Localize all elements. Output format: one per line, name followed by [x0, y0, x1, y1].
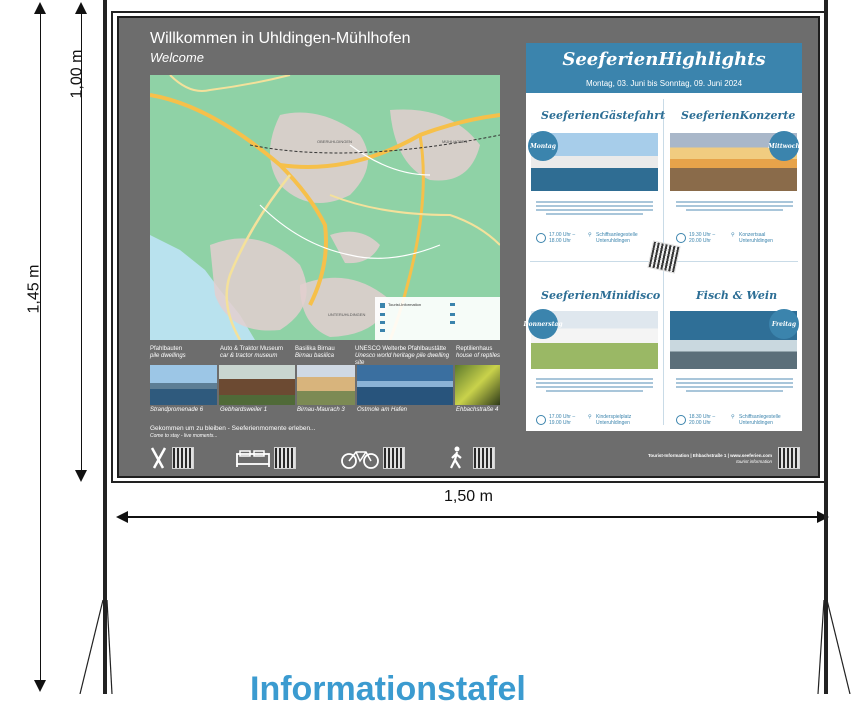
location-pin-icon: ⚲ — [588, 232, 592, 238]
event-time-end: 20.00 Uhr — [689, 238, 711, 244]
event-place: Schiffsanlegestelle Unteruhldingen — [739, 414, 781, 426]
map-legend-title: Tourist-Information — [388, 302, 422, 307]
event-time: 19.30 Uhr – 20.00 Uhr — [689, 232, 715, 244]
event-place-line2: Unteruhldingen — [739, 420, 773, 426]
poster-header: SeeferienHighlights Montag, 03. Juni bis… — [526, 43, 802, 93]
dimension-width-label: 1,50 m — [444, 488, 493, 505]
location-pin-icon: ⚲ — [588, 414, 592, 420]
board-subtitle: Welcome — [150, 50, 204, 65]
dimension-board-height-label: 1,00 m — [68, 49, 86, 99]
poster-title: SeeferienHighlights — [562, 49, 766, 70]
photo-caption: Birnau-Maurach 3 — [297, 407, 345, 413]
hiker-icon — [450, 446, 462, 469]
map-label-unteruhldingen: UNTERUHLDINGEN — [328, 312, 366, 317]
event-time-end: 19.00 Uhr — [549, 420, 571, 426]
board-title: Willkommen in Uhldingen-Mühlhofen — [150, 30, 411, 47]
clock-icon — [536, 233, 546, 243]
event-title: SeeferienKonzerte — [681, 109, 796, 122]
clock-icon — [676, 415, 686, 425]
event-description-placeholder — [536, 199, 653, 229]
event-time-end: 18.00 Uhr — [549, 238, 571, 244]
photo-caption: Ostmole am Hafen — [357, 407, 408, 413]
attraction-item: Basilika Birnau Birnau basilica — [295, 346, 350, 360]
footer-subline: tourist information — [736, 459, 772, 464]
location-pin-icon: ⚲ — [731, 414, 735, 420]
event-title: SeeferienGästefahrt — [541, 109, 666, 122]
bed-icon — [236, 450, 270, 467]
event-title: Fisch & Wein — [696, 289, 778, 302]
event-place: Kinderspielplatz Unteruhldingen — [596, 414, 631, 426]
event-time: 17.00 Uhr – 18.00 Uhr — [549, 232, 575, 244]
town-map: OBERUHLDINGEN MÜHLHOFEN UNTERUHLDINGEN T… — [150, 75, 500, 340]
attraction-item: Reptilienhaus house of reptiles — [456, 346, 506, 360]
qr-code — [172, 447, 194, 469]
event-day-badge: Donnerstag — [523, 309, 563, 339]
map-label-muehlhofen: MÜHLHOFEN — [442, 139, 468, 144]
attraction-en: pile dwellings — [150, 353, 186, 359]
event-time: 17.00 Uhr – 19.00 Uhr — [549, 414, 575, 426]
photo-caption: Ehbachstraße 4 — [456, 407, 499, 413]
event-time: 18.30 Uhr – 20.00 Uhr — [689, 414, 715, 426]
event-day-badge: Freitag — [769, 309, 799, 339]
photo-tractor-museum — [219, 365, 295, 405]
event-place: Konzertsaal Unteruhldingen — [739, 232, 773, 244]
attraction-item: Pfahlbauten pile dwellings — [150, 346, 215, 360]
photo-caption: Strandpromenade 6 — [150, 407, 204, 413]
slogan-en: Come to stay - live moments... — [150, 433, 218, 439]
qr-code — [473, 447, 495, 469]
photo-reptiles — [455, 365, 500, 405]
dimension-total-height-label: 1,45 m — [25, 264, 43, 314]
bottom-heading: Informationstafel — [250, 670, 526, 708]
attraction-item: Auto & Traktor Museum car & tractor muse… — [220, 346, 295, 360]
attraction-de: Auto & Traktor Museum — [220, 346, 284, 352]
attraction-item: UNESCO Welterbe Pfahlbaustätte Unesco wo… — [355, 346, 455, 367]
attraction-de: Pfahlbauten — [150, 346, 183, 352]
map-label-oberuhldingen: OBERUHLDINGEN — [317, 139, 352, 144]
qr-code — [274, 447, 296, 469]
photo-caption: Gebhardsweiler 1 — [220, 407, 268, 413]
photo-pile-dwellings — [150, 365, 217, 405]
event-place: Schiffsanlegestelle Unteruhldingen — [596, 232, 638, 244]
poster-dates: Montag, 03. Juni bis Sonntag, 09. Juni 2… — [585, 79, 743, 88]
event-description-placeholder — [676, 199, 793, 229]
slogan: Gekommen um zu bleiben - Seeferienmoment… — [150, 425, 316, 432]
attraction-de: UNESCO Welterbe Pfahlbaustätte — [355, 346, 447, 352]
cutlery-icon — [150, 447, 167, 469]
event-place-line2: Unteruhldingen — [596, 420, 630, 426]
photo-unesco-site — [357, 365, 453, 405]
board-footer: Tourist-Information | Ehbachstraße 1 | w… — [600, 453, 772, 465]
event-description-placeholder — [676, 376, 793, 406]
clock-icon — [676, 233, 686, 243]
highlights-poster: SeeferienHighlights Montag, 03. Juni bis… — [523, 43, 802, 431]
clock-icon — [536, 415, 546, 425]
event-place-line2: Unteruhldingen — [596, 238, 630, 244]
attraction-de: Basilika Birnau — [295, 346, 335, 352]
poster-qr-code — [647, 240, 681, 274]
photo-basilica — [297, 365, 355, 405]
event-day-badge: Mittwoch — [768, 131, 800, 161]
event-description-placeholder — [536, 376, 653, 406]
attraction-en: house of reptiles — [456, 353, 501, 359]
attraction-de: Reptilienhaus — [456, 346, 493, 352]
event-day-badge: Montag — [528, 131, 558, 161]
attraction-en: Birnau basilica — [295, 353, 335, 359]
location-pin-icon: ⚲ — [731, 232, 735, 238]
footer-qr-code — [778, 447, 800, 469]
event-title: SeeferienMinidisco — [541, 289, 661, 302]
qr-code — [383, 447, 405, 469]
event-place-line2: Unteruhldingen — [739, 238, 773, 244]
event-time-end: 20.00 Uhr — [689, 420, 711, 426]
attraction-en: car & tractor museum — [220, 353, 278, 359]
bicycle-icon — [341, 451, 379, 469]
